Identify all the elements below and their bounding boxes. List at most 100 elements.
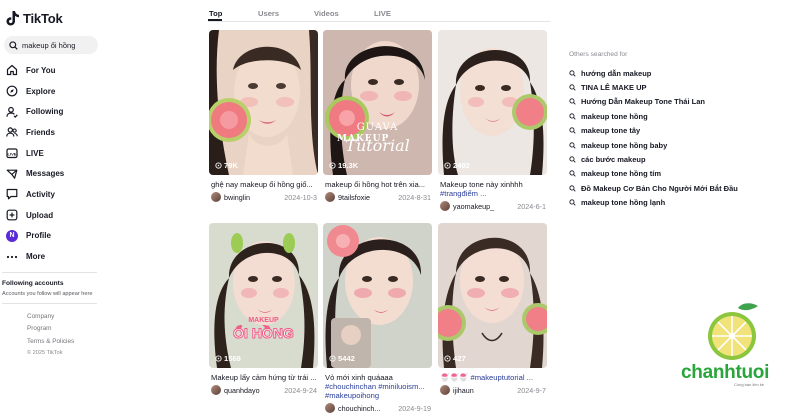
- user-follow-icon: [6, 106, 18, 118]
- hashtag-link[interactable]: #trangđiểm ...: [440, 189, 486, 198]
- tiktok-logo[interactable]: TikTok: [6, 10, 63, 26]
- sidebar-item-upload[interactable]: Upload: [6, 205, 106, 226]
- post-date: 2024-9-7: [517, 385, 546, 395]
- hashtag-link[interactable]: #makeupoihong: [325, 391, 379, 400]
- author-name[interactable]: bwinglin: [224, 193, 250, 202]
- footer-link-terms[interactable]: Terms & Policies: [27, 338, 74, 350]
- video-tags[interactable]: #makeupoihong: [325, 391, 431, 401]
- video-thumbnail-image: [209, 30, 318, 175]
- author-avatar[interactable]: [440, 201, 450, 211]
- video-thumbnail[interactable]: MAKEUP ỔI HỒNG 1569: [209, 223, 318, 368]
- view-count: 19.3K: [329, 161, 358, 170]
- related-searches-list: hướng dẫn makeup TINA LÊ MAKE UP Hướng D…: [569, 66, 738, 210]
- video-thumbnail[interactable]: 79K: [209, 30, 318, 175]
- tab-live[interactable]: LIVE: [374, 9, 391, 18]
- author-name[interactable]: ijihaun: [453, 386, 474, 395]
- search-input[interactable]: [22, 40, 98, 50]
- related-search-item[interactable]: makeup tone hồng: [569, 109, 738, 123]
- author-avatar[interactable]: [211, 192, 221, 202]
- sidebar-item-live[interactable]: LIVE LIVE: [6, 143, 106, 164]
- footer-links: Company Program Terms & Policies © 2025 …: [27, 313, 74, 362]
- sidebar-item-messages[interactable]: Messages: [6, 163, 106, 184]
- view-count-value: 5442: [338, 354, 355, 363]
- hashtag-link[interactable]: #makeuptutorial ...: [470, 373, 532, 382]
- author-name[interactable]: 9tailsfoxie: [338, 193, 370, 202]
- play-icon: [444, 355, 451, 362]
- overlay-title-1: MAKEUP: [248, 317, 279, 324]
- hashtag-link[interactable]: #chouchinchan #miniluoism...: [325, 382, 425, 391]
- related-search-item[interactable]: makeup tone hồng baby: [569, 138, 738, 152]
- author-name[interactable]: chouchinch...: [338, 404, 380, 413]
- footer-link-program[interactable]: Program: [27, 325, 74, 337]
- related-search-item[interactable]: các bước makeup: [569, 152, 738, 166]
- related-search-item[interactable]: makeup tone hồng tím: [569, 167, 738, 181]
- video-author-row: yaomakeup_ 2024-6-1: [440, 201, 546, 211]
- sidebar: TikTok For You Explore Following Friends…: [0, 0, 110, 419]
- sidebar-item-activity[interactable]: Activity: [6, 184, 106, 205]
- sidebar-item-following[interactable]: Following: [6, 101, 106, 122]
- footer-link-company[interactable]: Company: [27, 313, 74, 325]
- video-thumbnail-image: [323, 223, 432, 368]
- video-thumbnail-image: [209, 223, 318, 368]
- related-search-item[interactable]: makeup tone hồng lạnh: [569, 196, 738, 210]
- sidebar-nav: For You Explore Following Friends LIVE L…: [6, 60, 106, 267]
- video-tags[interactable]: #trangđiểm ...: [440, 189, 546, 199]
- related-search-label: Đồ Makeup Cơ Bản Cho Người Mới Bắt Đầu: [581, 183, 738, 193]
- author-avatar[interactable]: [211, 385, 221, 395]
- app-name: TikTok: [23, 10, 63, 26]
- related-search-item[interactable]: hướng dẫn makeup: [569, 66, 738, 80]
- related-search-item[interactable]: makeup tone tây: [569, 124, 738, 138]
- video-description[interactable]: makeup ổi hồng hot trên xia...: [325, 180, 431, 190]
- profile-avatar-letter: N: [6, 229, 18, 242]
- author-name[interactable]: yaomakeup_: [453, 202, 494, 211]
- related-search-label: makeup tone tây: [581, 126, 641, 136]
- author-avatar[interactable]: [325, 192, 335, 202]
- author-avatar[interactable]: [325, 403, 335, 413]
- video-thumbnail[interactable]: GUAVA MAKEUP Tutorial 19.3K: [323, 30, 432, 175]
- video-description-text: 🍧🍧🍧: [440, 373, 471, 382]
- related-search-item[interactable]: Đồ Makeup Cơ Bản Cho Người Mới Bắt Đầu: [569, 181, 738, 195]
- search-icon: [9, 40, 18, 50]
- post-date: 2024-8-31: [398, 192, 431, 202]
- watermark-subtext: Cùng bạn liền kề: [734, 382, 765, 387]
- video-description[interactable]: Makeup lấy cảm hứng từ trái ...: [211, 373, 317, 383]
- following-accounts-subtitle: Accounts you follow will appear here: [2, 291, 93, 297]
- related-search-item[interactable]: Hướng Dẫn Makeup Tone Thái Lan: [569, 95, 738, 109]
- sidebar-item-explore[interactable]: Explore: [6, 81, 106, 102]
- video-thumbnail[interactable]: 2492: [438, 30, 547, 175]
- related-searches-title: Others searched for: [569, 51, 628, 58]
- play-icon: [215, 162, 222, 169]
- copyright: © 2025 TikTok: [27, 349, 63, 356]
- sidebar-item-label: Explore: [26, 86, 56, 96]
- overlay-title-3: Tutorial: [345, 136, 410, 155]
- related-search-label: makeup tone hồng baby: [581, 140, 668, 150]
- tab-users[interactable]: Users: [258, 9, 279, 18]
- home-icon: [6, 64, 18, 76]
- divider: [2, 303, 97, 304]
- tab-videos[interactable]: Videos: [314, 9, 339, 18]
- tab-top[interactable]: Top: [209, 9, 222, 18]
- sidebar-item-label: Profile: [26, 231, 51, 241]
- related-search-item[interactable]: TINA LÊ MAKE UP: [569, 80, 738, 94]
- video-description[interactable]: ghệ nay makeup ổi hồng giố...: [211, 180, 317, 190]
- friends-icon: [6, 126, 18, 138]
- play-icon: [329, 162, 336, 169]
- watermark-logo: chanhtuoi Cùng bạn liền kề: [676, 302, 796, 414]
- sidebar-item-label: Activity: [26, 189, 55, 199]
- video-author-row: 9tailsfoxie 2024-8-31: [325, 192, 431, 202]
- video-description[interactable]: 🍧🍧🍧 #makeuptutorial ...: [440, 373, 546, 383]
- sidebar-item-friends[interactable]: Friends: [6, 122, 106, 143]
- live-icon: LIVE: [6, 147, 18, 159]
- author-name[interactable]: quanhdayo: [224, 386, 260, 395]
- sidebar-item-for-you[interactable]: For You: [6, 60, 106, 81]
- video-thumbnail[interactable]: 5442: [323, 223, 432, 368]
- sidebar-item-profile[interactable]: N Profile: [6, 226, 106, 247]
- view-count-value: 19.3K: [338, 161, 359, 170]
- video-thumbnail-image: [438, 223, 547, 368]
- sidebar-item-more[interactable]: More: [6, 246, 106, 267]
- search-box[interactable]: [4, 36, 98, 54]
- author-avatar[interactable]: [440, 385, 450, 395]
- tiktok-logo-icon: [6, 11, 19, 26]
- search-icon: [569, 98, 576, 106]
- video-thumbnail[interactable]: 427: [438, 223, 547, 368]
